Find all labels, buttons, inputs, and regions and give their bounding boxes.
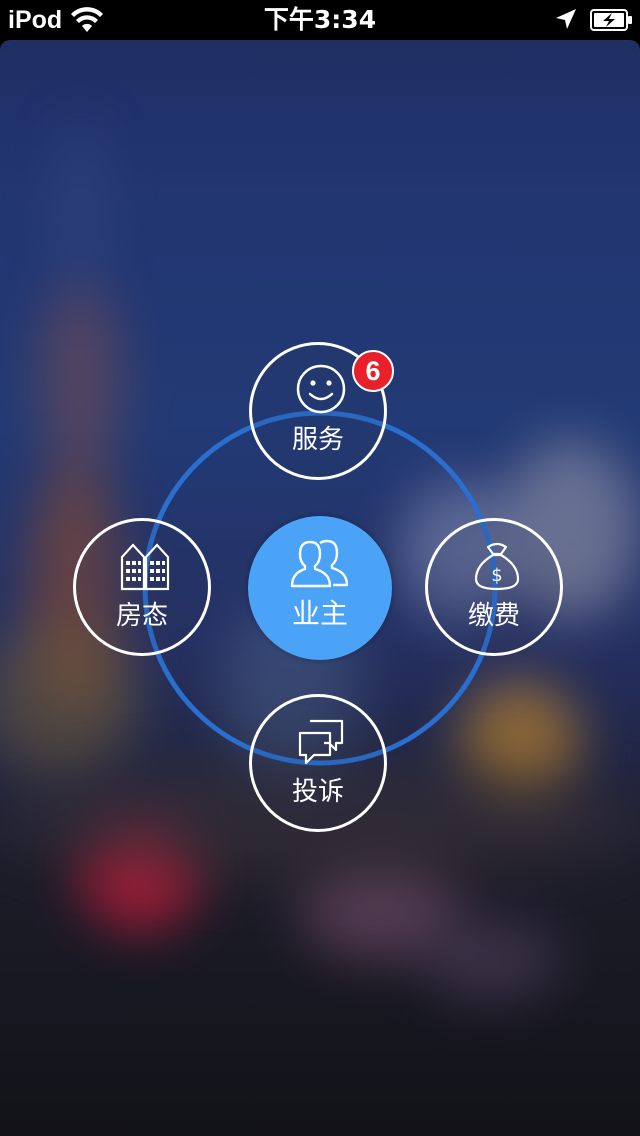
payment-button[interactable]: $ 缴费 xyxy=(425,518,563,656)
status-time: 下午3:34 xyxy=(263,5,377,34)
owner-button[interactable]: 业主 xyxy=(248,516,392,660)
room-status-button[interactable]: 房态 xyxy=(73,518,211,656)
room-status-label: 房态 xyxy=(115,601,168,631)
notification-badge: 6 xyxy=(352,350,394,392)
svg-text:$: $ xyxy=(491,565,502,586)
location-arrow-icon xyxy=(556,9,576,29)
users-icon xyxy=(290,539,349,588)
payment-label: 缴费 xyxy=(467,601,520,631)
owner-label: 业主 xyxy=(291,597,348,630)
complaint-label: 投诉 xyxy=(291,777,344,807)
service-label: 服务 xyxy=(291,425,344,455)
smiley-icon xyxy=(296,364,346,414)
battery-charging-icon xyxy=(590,9,632,31)
complaint-button[interactable]: 投诉 xyxy=(249,694,387,832)
screen: iPod 下午3:34 服务 6 房态 $ 缴费 投诉 业主 xyxy=(0,0,640,1136)
money-bag-icon: $ xyxy=(474,542,520,591)
buildings-icon xyxy=(120,543,170,591)
chat-bubbles-icon xyxy=(298,719,344,765)
status-bar: iPod 下午3:34 xyxy=(0,0,640,40)
